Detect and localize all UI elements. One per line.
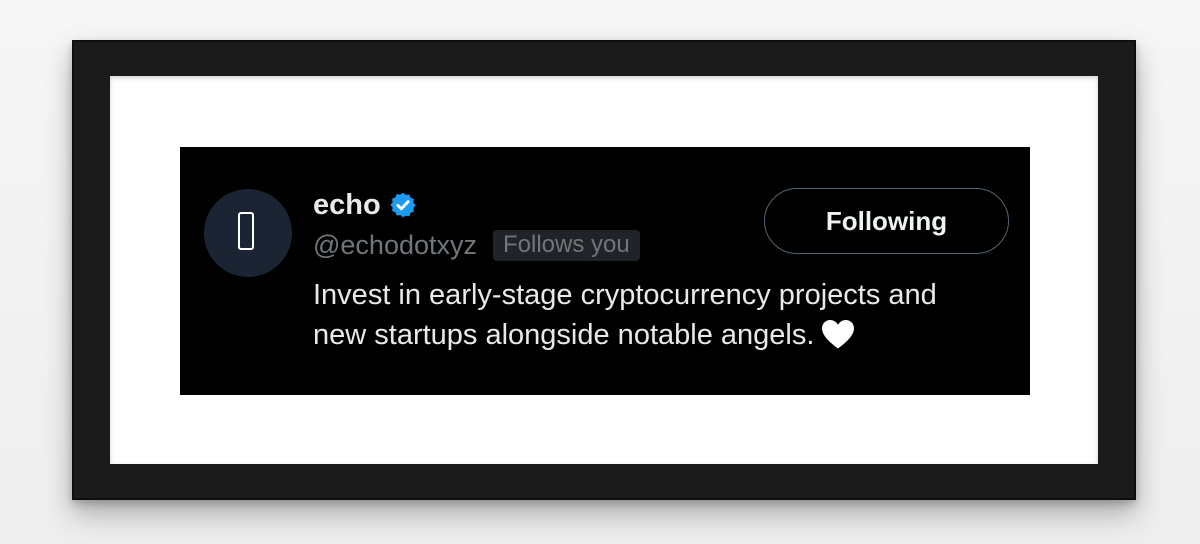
avatar[interactable] — [204, 189, 292, 277]
following-button[interactable]: Following — [764, 188, 1009, 254]
verified-badge-icon — [390, 192, 416, 218]
phone-icon — [238, 212, 254, 250]
name-row: echo — [313, 187, 417, 223]
follows-you-badge: Follows you — [493, 229, 640, 261]
frame-mat: echo @echodotxyz Follows you Invest in e… — [110, 76, 1098, 464]
profile-card: echo @echodotxyz Follows you Invest in e… — [180, 147, 1030, 395]
handle-row: @echodotxyz Follows you — [313, 228, 640, 262]
user-handle[interactable]: @echodotxyz — [313, 230, 477, 261]
wall-background: echo @echodotxyz Follows you Invest in e… — [0, 0, 1200, 544]
picture-frame: echo @echodotxyz Follows you Invest in e… — [72, 40, 1136, 500]
white-heart-icon — [822, 320, 855, 349]
bio: Invest in early-stage cryptocurrency pro… — [313, 275, 993, 355]
display-name[interactable]: echo — [313, 189, 381, 222]
